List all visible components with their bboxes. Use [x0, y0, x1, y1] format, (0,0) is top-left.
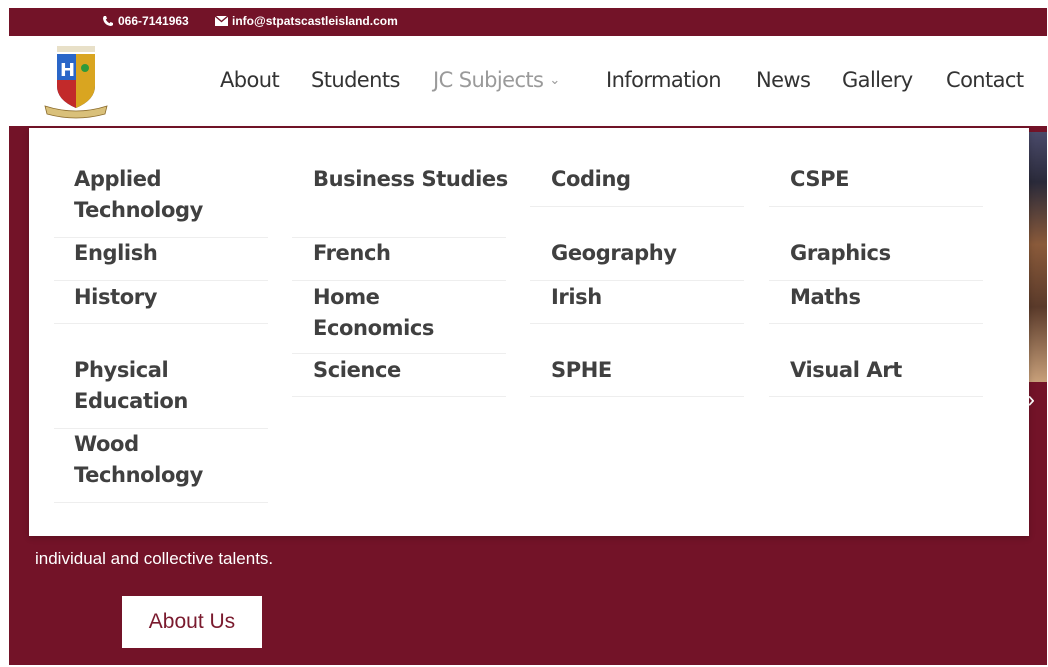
subject-link[interactable]: Visual Art: [790, 355, 990, 386]
phone-icon: [103, 16, 113, 26]
subject-link[interactable]: Coding: [551, 164, 751, 195]
menu-divider: [292, 396, 506, 397]
subject-link[interactable]: Maths: [790, 282, 990, 313]
menu-divider: [530, 323, 744, 324]
menu-divider: [530, 206, 744, 207]
menu-divider: [769, 206, 983, 207]
menu-divider: [54, 502, 268, 503]
nav-gallery[interactable]: Gallery: [842, 68, 913, 92]
subject-link[interactable]: Graphics: [790, 238, 990, 269]
subject-link[interactable]: Wood Technology: [74, 429, 234, 491]
subject-link[interactable]: English: [74, 238, 274, 269]
menu-divider: [769, 280, 983, 281]
menu-divider: [54, 280, 268, 281]
top-bar: 066-7141963 info@stpatscastleisland.com: [9, 8, 1047, 36]
menu-divider: [292, 280, 506, 281]
subject-link[interactable]: SPHE: [551, 355, 751, 386]
email-link[interactable]: info@stpatscastleisland.com: [215, 14, 398, 28]
subject-link[interactable]: CSPE: [790, 164, 990, 195]
phone-link[interactable]: 066-7141963: [102, 14, 189, 28]
hero-tagline: individual and collective talents.: [35, 549, 274, 568]
nav-jc-subjects-label: JC Subjects: [433, 68, 544, 92]
envelope-icon: [215, 16, 228, 26]
nav-jc-subjects[interactable]: JC Subjects ⌄: [433, 68, 560, 92]
nav-news[interactable]: News: [756, 68, 811, 92]
subject-link[interactable]: Geography: [551, 238, 751, 269]
subject-link[interactable]: Irish: [551, 282, 751, 313]
menu-divider: [769, 396, 983, 397]
subject-link[interactable]: Physical Education: [74, 355, 274, 417]
jc-subjects-dropdown: Applied Technology Business Studies Codi…: [29, 128, 1029, 536]
nav-contact[interactable]: Contact: [946, 68, 1024, 92]
phone-number: 066-7141963: [118, 14, 189, 28]
menu-divider: [530, 396, 744, 397]
menu-divider: [530, 280, 744, 281]
subject-link[interactable]: Business Studies: [313, 164, 513, 195]
hero-image-edge: [1029, 132, 1047, 382]
subject-link[interactable]: Science: [313, 355, 513, 386]
nav-information[interactable]: Information: [606, 68, 722, 92]
subject-link[interactable]: Applied Technology: [74, 164, 274, 226]
main-nav: About Students JC Subjects ⌄ Information …: [9, 68, 1047, 96]
email-address: info@stpatscastleisland.com: [232, 14, 398, 28]
site-header: H About Students JC Subjects ⌄ Informatio…: [9, 36, 1047, 126]
subject-link[interactable]: Home Economics: [313, 282, 443, 344]
chevron-down-icon: ⌄: [549, 73, 560, 88]
subject-link[interactable]: French: [313, 238, 513, 269]
page-frame: 066-7141963 info@stpatscastleisland.com …: [9, 8, 1047, 665]
about-us-button[interactable]: About Us: [122, 596, 262, 648]
menu-divider: [769, 323, 983, 324]
menu-divider: [54, 323, 268, 324]
nav-students[interactable]: Students: [311, 68, 400, 92]
subject-link[interactable]: History: [74, 282, 274, 313]
nav-about[interactable]: About: [220, 68, 280, 92]
menu-divider: [292, 353, 506, 354]
